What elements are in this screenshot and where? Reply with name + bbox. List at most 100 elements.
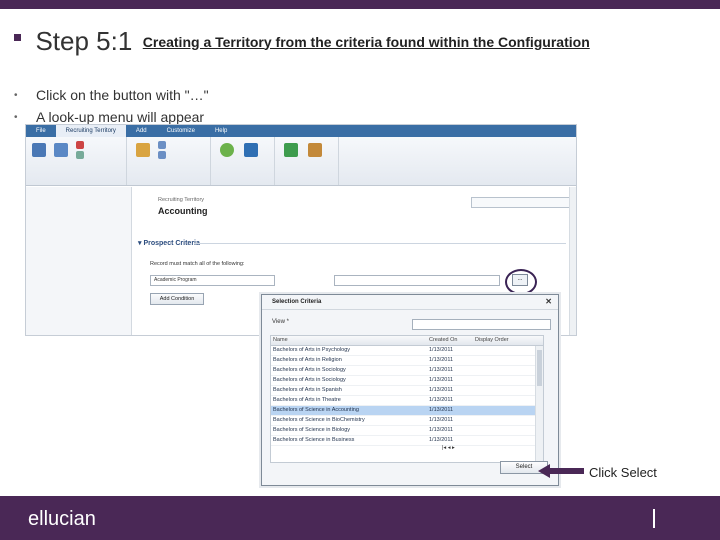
title-bullet-square [14, 34, 21, 41]
title-sub: Creating a Territory from the criteria f… [142, 33, 590, 50]
table-cell: 1/13/2011 [429, 347, 454, 353]
record-lookup-field[interactable] [471, 197, 570, 208]
table-cell: Bachelors of Science in Accounting [273, 407, 359, 413]
save-close-icon[interactable] [54, 143, 68, 157]
grid-header: Name Created On Display Order [271, 336, 543, 346]
bullet-text: Click on the button with "…" [36, 87, 209, 103]
grid-scrollbar[interactable] [535, 346, 543, 462]
crm-ribbon [26, 137, 576, 186]
table-row[interactable]: Bachelors of Science in BioChemistry 1/13… [271, 416, 543, 426]
crm-menubar: File Recruiting Territory Add Customize … [26, 125, 576, 137]
table-cell [473, 406, 543, 415]
assign-icon[interactable] [136, 143, 150, 157]
table-row[interactable]: Bachelors of Arts in Sociology 1/13/2011 [271, 376, 543, 386]
run-workflow-icon[interactable] [220, 143, 234, 157]
grid-pager: |◂ ◂ ▸ [442, 445, 455, 451]
criteria-field-select[interactable]: Academic Program [150, 275, 275, 286]
copy-link-icon[interactable] [158, 151, 166, 159]
table-cell: 1/13/2011 [429, 387, 454, 393]
ribbon-group-data [278, 137, 339, 185]
ellucian-logo: ellucian [28, 508, 96, 530]
footer-bar [0, 496, 720, 540]
column-header-created-on[interactable]: Created On [427, 336, 473, 345]
table-row[interactable]: Bachelors of Science in Accounting 1/13/2… [271, 406, 543, 416]
table-cell: Bachelors of Arts in Spanish [273, 387, 342, 393]
slide-title: Step 5:1 Creating a Territory from the c… [14, 26, 590, 57]
menu-recruiting-territory[interactable]: Recruiting Territory [55, 125, 126, 137]
column-header-name[interactable]: Name [271, 336, 427, 345]
dialog-titlebar: Selection Criteria ✕ [262, 295, 558, 310]
criteria-value-input[interactable] [334, 275, 500, 286]
grid-body: Bachelors of Arts in Psychology 1/13/2011… [271, 346, 543, 446]
table-row[interactable]: Bachelors of Arts in Psychology 1/13/2011 [271, 346, 543, 356]
menu-add[interactable]: Add [126, 128, 157, 134]
menu-help[interactable]: Help [205, 128, 237, 134]
highlight-circle [505, 269, 537, 295]
table-cell: Bachelors of Science in Business [273, 437, 355, 443]
close-icon[interactable]: ✕ [545, 295, 552, 309]
ribbon-group-save [26, 137, 127, 185]
bullet-dot-icon: • [14, 89, 18, 101]
next-page-icon[interactable]: ▸ [452, 445, 455, 451]
menu-file[interactable]: File [26, 128, 56, 134]
table-cell: 1/13/2011 [429, 417, 454, 423]
table-cell [473, 416, 543, 425]
footer-divider [653, 509, 655, 528]
table-cell [473, 376, 543, 385]
entity-name: Accounting [158, 206, 208, 216]
table-cell [473, 396, 543, 405]
section-prospect-criteria[interactable]: ▾ Prospect Criteria [138, 239, 200, 247]
table-row[interactable]: Bachelors of Arts in Sociology 1/13/2011 [271, 366, 543, 376]
table-cell: Bachelors of Arts in Sociology [273, 377, 346, 383]
export-icon[interactable] [284, 143, 298, 157]
selection-criteria-dialog: Selection Criteria ✕ View * Name Created… [261, 294, 559, 486]
view-label: View * [272, 319, 289, 325]
view-select[interactable] [412, 319, 551, 330]
table-cell: 1/13/2011 [429, 357, 454, 363]
bullet-dot-icon: • [14, 111, 18, 123]
form-scrollbar[interactable] [569, 187, 576, 335]
table-cell: Bachelors of Arts in Psychology [273, 347, 351, 353]
selection-grid: Name Created On Display Order Bachelors … [270, 335, 544, 463]
crm-left-nav [26, 187, 132, 335]
table-cell: 1/13/2011 [429, 367, 454, 373]
run-report-icon[interactable] [244, 143, 258, 157]
table-cell: 1/13/2011 [429, 407, 454, 413]
table-cell: Bachelors of Science in BioChemistry [273, 417, 365, 423]
table-cell: 1/13/2011 [429, 397, 454, 403]
table-cell: Bachelors of Arts in Religion [273, 357, 342, 363]
table-cell [473, 436, 543, 445]
table-row[interactable]: Bachelors of Science in Biology 1/13/2011 [271, 426, 543, 436]
scroll-thumb[interactable] [537, 350, 542, 386]
table-row[interactable]: Bachelors of Arts in Theatre 1/13/2011 [271, 396, 543, 406]
callout-text: Click Select [589, 465, 657, 480]
table-cell [473, 346, 543, 355]
section-divider [194, 243, 566, 244]
delete-icon[interactable] [76, 141, 84, 149]
dialog-title: Selection Criteria [272, 299, 322, 305]
title-main: Step 5:1 [35, 26, 133, 56]
table-cell: Bachelors of Arts in Theatre [273, 397, 341, 403]
table-row[interactable]: Bachelors of Arts in Spanish 1/13/2011 [271, 386, 543, 396]
add-condition-button[interactable]: Add Condition [150, 293, 204, 305]
table-cell [473, 426, 543, 435]
sharing-icon[interactable] [158, 141, 166, 149]
first-page-icon[interactable]: |◂ [442, 445, 446, 451]
prev-page-icon[interactable]: ◂ [448, 445, 451, 451]
table-cell [473, 366, 543, 375]
clone-icon[interactable] [308, 143, 322, 157]
new-icon[interactable] [76, 151, 84, 159]
ribbon-group-collaborate [130, 137, 211, 185]
table-cell: Bachelors of Science in Biology [273, 427, 351, 433]
table-cell: Bachelors of Arts in Sociology [273, 367, 346, 373]
table-cell [473, 356, 543, 365]
save-icon[interactable] [32, 143, 46, 157]
table-row[interactable]: Bachelors of Arts in Religion 1/13/2011 [271, 356, 543, 366]
column-header-display-order[interactable]: Display Order [473, 336, 543, 345]
criteria-label: Record must match all of the following: [150, 261, 245, 267]
ribbon-group-process [214, 137, 275, 185]
menu-customize[interactable]: Customize [157, 128, 205, 134]
table-row[interactable]: Bachelors of Science in Business 1/13/201… [271, 436, 543, 446]
bullet-list: • Click on the button with "…" • A look-up… [14, 84, 209, 128]
table-cell [473, 386, 543, 395]
